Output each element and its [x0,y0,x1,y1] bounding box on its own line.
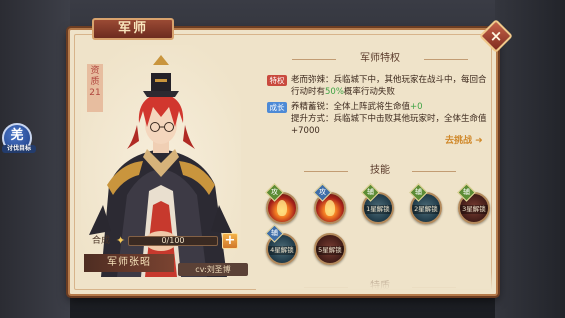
aptitude-ribbon: 资质21 [87,64,103,112]
merge-add-button[interactable]: + [222,233,238,249]
skill-type-label: 辅 [415,188,422,196]
scroll-fade [256,272,492,290]
skill-unlock-label: 2星解锁 [412,205,440,214]
skill-slot-7[interactable]: 5星解锁 [314,233,346,265]
perk-text-growth-main: 养精蓄锐：全体上阵武将生命值 [291,102,411,112]
perk-row-growth: 成长 养精蓄锐：全体上阵武将生命值+0 [267,101,495,113]
general-name-plate: 军师张昭 [84,254,174,272]
skill-unlock-label: 5星解锁 [316,246,344,255]
skill-unlock-label: 3星解锁 [460,205,488,214]
merge-progress-text: 0/100 [161,236,185,245]
go-challenge-link[interactable]: 去挑战 ➜ [445,135,483,147]
perk-tag-growth: 成长 [267,102,287,113]
perk-text-growth: 养精蓄锐：全体上阵武将生命值+0 [291,101,491,113]
skill-type-label: 辅 [463,188,470,196]
perk-row-privilege: 特权 老而弥辣：兵临城下中，其他玩家在战斗中，每回合行动时有50%概率行动失败 [267,74,495,98]
crusade-target-glyph: 羌 [10,128,24,143]
crusade-target-caption: 讨伐目标 [2,145,36,153]
close-icon: × [489,27,503,45]
perk-tag-privilege: 特权 [267,75,287,86]
window-title: 军师 [92,18,174,40]
perk-text-privilege: 老而弥辣：兵临城下中，其他玩家在战斗中，每回合行动时有50%概率行动失败 [291,74,491,98]
perks-section-title: 军师特权 [292,52,468,66]
flame-icon [277,200,287,216]
skill-unlock-label: 1星解锁 [364,205,392,214]
merge-progress-track: 0/100 [128,236,218,246]
perk-text-privilege-tail: 概率行动失败 [343,87,395,97]
background-left [0,0,70,318]
skills-section-title: 技能 [304,164,456,178]
puzzle-piece-icon: ✦ [116,234,126,247]
perk-text-privilege-highlight: 50% [325,87,344,97]
merge-bar: 合成 ✦ 0/100 + [92,233,238,249]
skill-type-label: 辅 [367,188,374,196]
skill-type-label: 攻 [271,188,278,196]
skill-type-label: 辅 [271,229,278,237]
background-right [495,0,565,318]
voice-actor-label: cv:刘圣博 [178,263,248,276]
perk-upgrade-method: 提升方式：兵临城下中击败其他玩家时，全体生命值+7000 [291,114,487,136]
go-challenge-label: 去挑战 [445,136,473,146]
skill-type-label: 攻 [319,188,326,196]
skill-unlock-label: 4星解锁 [268,246,296,255]
perk-text-growth-highlight: +0 [410,102,423,112]
arrow-right-icon: ➜ [475,136,483,146]
flame-icon [325,200,335,216]
merge-label: 合成 [92,236,111,246]
crusade-target-badge[interactable]: 羌 讨伐目标 [2,123,36,153]
